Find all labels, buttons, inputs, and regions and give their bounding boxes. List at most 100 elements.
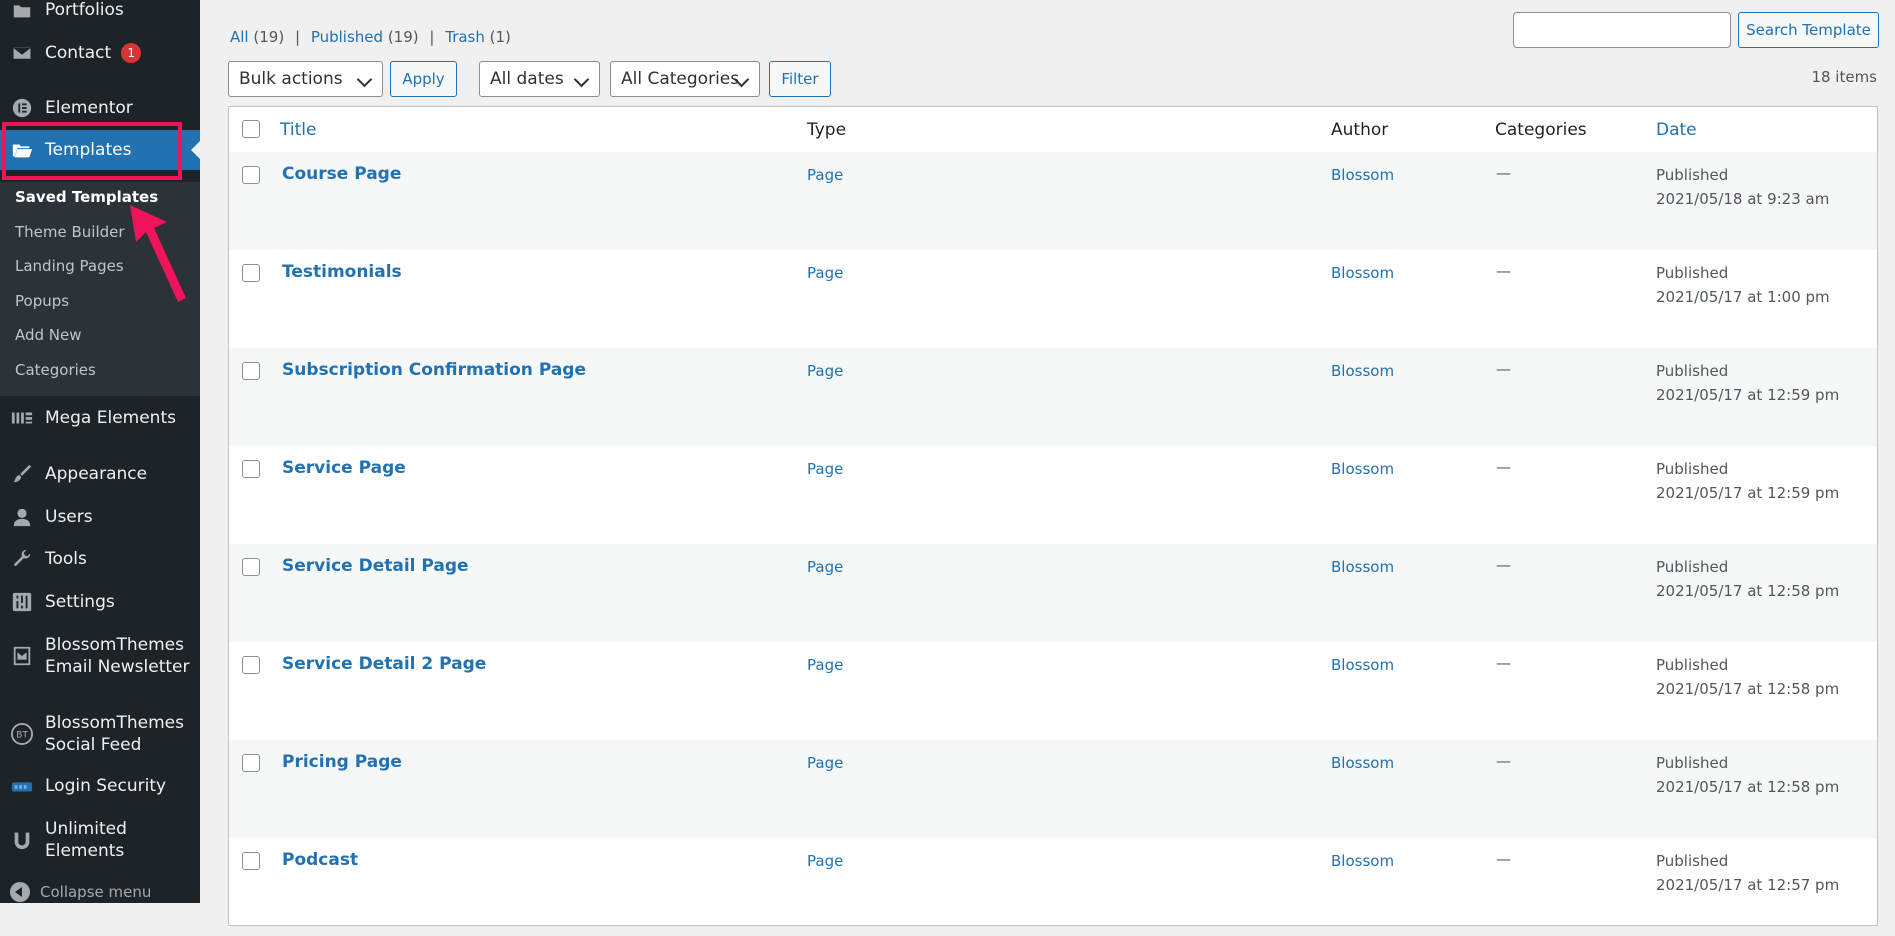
select-all-checkbox[interactable] [242, 120, 260, 138]
submenu-item-popups[interactable]: Popups [15, 292, 69, 310]
sidebar-item-users[interactable]: Users [0, 497, 200, 537]
column-title-sort[interactable]: Title [280, 120, 316, 140]
row-author-link[interactable]: Blossom [1331, 460, 1394, 478]
sidebar-item-label: Elements [45, 841, 125, 861]
bulk-actions-value: Bulk actions [239, 69, 343, 89]
sidebar-item-login-security[interactable]: Login Security [0, 766, 200, 806]
row-type-link[interactable]: Page [807, 558, 843, 576]
row-checkbox[interactable] [242, 852, 260, 870]
row-author-link[interactable]: Blossom [1331, 656, 1394, 674]
row-categories: — [1496, 458, 1511, 476]
row-categories: — [1496, 654, 1511, 672]
row-categories: — [1496, 262, 1511, 280]
row-status: Published [1656, 852, 1729, 870]
sidebar-item-social-feed[interactable]: BT BlossomThemes Social Feed [0, 712, 200, 756]
row-title-link[interactable]: Course Page [282, 164, 401, 184]
column-author: Author [1331, 120, 1389, 140]
row-author-link[interactable]: Blossom [1331, 558, 1394, 576]
submenu-item-theme-builder[interactable]: Theme Builder [15, 223, 125, 241]
row-author-link[interactable]: Blossom [1331, 264, 1394, 282]
filter-all-count: (19) [253, 28, 285, 46]
status-filter-links: All (19) | Published (19) | Trash (1) [230, 28, 511, 46]
mega-elements-icon [10, 406, 34, 430]
sidebar-item-appearance[interactable]: Appearance [0, 454, 200, 494]
sidebar-item-elementor[interactable]: Elementor [0, 88, 200, 128]
table-row: Service Page Page Blossom — Published 20… [229, 446, 1877, 544]
sidebar-item-label: BlossomThemes [45, 713, 184, 733]
row-date: 2021/05/17 at 12:58 pm [1656, 778, 1840, 796]
row-author-link[interactable]: Blossom [1331, 166, 1394, 184]
row-title-link[interactable]: Service Detail 2 Page [282, 654, 486, 674]
row-checkbox[interactable] [242, 558, 260, 576]
sidebar-item-email-newsletter[interactable]: BlossomThemes Email Newsletter [0, 634, 200, 678]
row-author-link[interactable]: Blossom [1331, 852, 1394, 870]
collapse-menu-button[interactable]: Collapse menu [10, 882, 151, 902]
sidebar-item-settings[interactable]: Settings [0, 582, 200, 622]
row-type-link[interactable]: Page [807, 460, 843, 478]
column-type: Type [807, 120, 847, 140]
filter-trash-link[interactable]: Trash [445, 28, 485, 46]
sidebar-item-label: Appearance [45, 464, 148, 484]
submenu-item-categories[interactable]: Categories [15, 361, 96, 379]
row-type-link[interactable]: Page [807, 656, 843, 674]
filter-button[interactable]: Filter [769, 61, 831, 97]
row-status: Published [1656, 656, 1729, 674]
row-checkbox[interactable] [242, 656, 260, 674]
column-categories: Categories [1495, 120, 1587, 140]
table-row: Testimonials Page Blossom — Published 20… [229, 250, 1877, 348]
folder-open-icon [10, 138, 34, 162]
row-title-link[interactable]: Service Page [282, 458, 406, 478]
row-type-link[interactable]: Page [807, 754, 843, 772]
sidebar-item-label: Email Newsletter [45, 657, 190, 677]
filter-published-link[interactable]: Published [311, 28, 383, 46]
row-type-link[interactable]: Page [807, 264, 843, 282]
search-template-button[interactable]: Search Template [1738, 12, 1879, 48]
sidebar-item-portfolios[interactable]: Portfolios [0, 0, 200, 30]
row-categories: — [1496, 850, 1511, 868]
dates-value: All dates [490, 69, 564, 89]
row-title-link[interactable]: Service Detail Page [282, 556, 469, 576]
sidebar-item-label: BlossomThemes [45, 635, 184, 655]
bt-icon: BT [10, 722, 34, 746]
row-title-link[interactable]: Subscription Confirmation Page [282, 360, 586, 380]
row-title-link[interactable]: Pricing Page [282, 752, 402, 772]
settings-sliders-icon [10, 590, 34, 614]
row-checkbox[interactable] [242, 754, 260, 772]
apply-button[interactable]: Apply [390, 61, 457, 97]
main-content: All (19) | Published (19) | Trash (1) Se… [200, 0, 1895, 926]
sidebar-item-label: Tools [45, 549, 87, 569]
categories-select[interactable]: All Categories [610, 61, 760, 97]
items-count: 18 items [1811, 68, 1877, 86]
sidebar-item-label: Contact [45, 43, 112, 63]
table-header: Title Type Author Categories Date [229, 107, 1877, 153]
bulk-actions-select[interactable]: Bulk actions [228, 61, 383, 97]
row-checkbox[interactable] [242, 362, 260, 380]
row-checkbox[interactable] [242, 166, 260, 184]
submenu-item-add-new[interactable]: Add New [15, 326, 82, 344]
filter-published-count: (19) [387, 28, 419, 46]
row-checkbox[interactable] [242, 460, 260, 478]
row-type-link[interactable]: Page [807, 166, 843, 184]
dates-select[interactable]: All dates [479, 61, 600, 97]
row-type-link[interactable]: Page [807, 852, 843, 870]
mail-icon [10, 41, 34, 65]
categories-value: All Categories [621, 69, 740, 89]
sidebar-item-label: Elementor [45, 98, 133, 118]
sidebar-item-templates[interactable]: Templates [0, 130, 201, 170]
sidebar-item-tools[interactable]: Tools [0, 539, 200, 579]
filter-all-link[interactable]: All [230, 28, 249, 46]
search-input[interactable] [1513, 12, 1731, 48]
column-date-sort[interactable]: Date [1656, 120, 1697, 140]
sidebar-item-contact[interactable]: Contact 1 [0, 33, 200, 73]
portfolio-icon [10, 0, 34, 22]
row-title-link[interactable]: Testimonials [282, 262, 402, 282]
row-title-link[interactable]: Podcast [282, 850, 358, 870]
row-author-link[interactable]: Blossom [1331, 754, 1394, 772]
sidebar-item-mega-elements[interactable]: Mega Elements [0, 398, 200, 438]
row-categories: — [1496, 360, 1511, 378]
row-author-link[interactable]: Blossom [1331, 362, 1394, 380]
submenu-item-landing-pages[interactable]: Landing Pages [15, 257, 124, 275]
row-type-link[interactable]: Page [807, 362, 843, 380]
row-checkbox[interactable] [242, 264, 260, 282]
sidebar-item-unlimited-elements[interactable]: Unlimited Elements [0, 818, 200, 862]
